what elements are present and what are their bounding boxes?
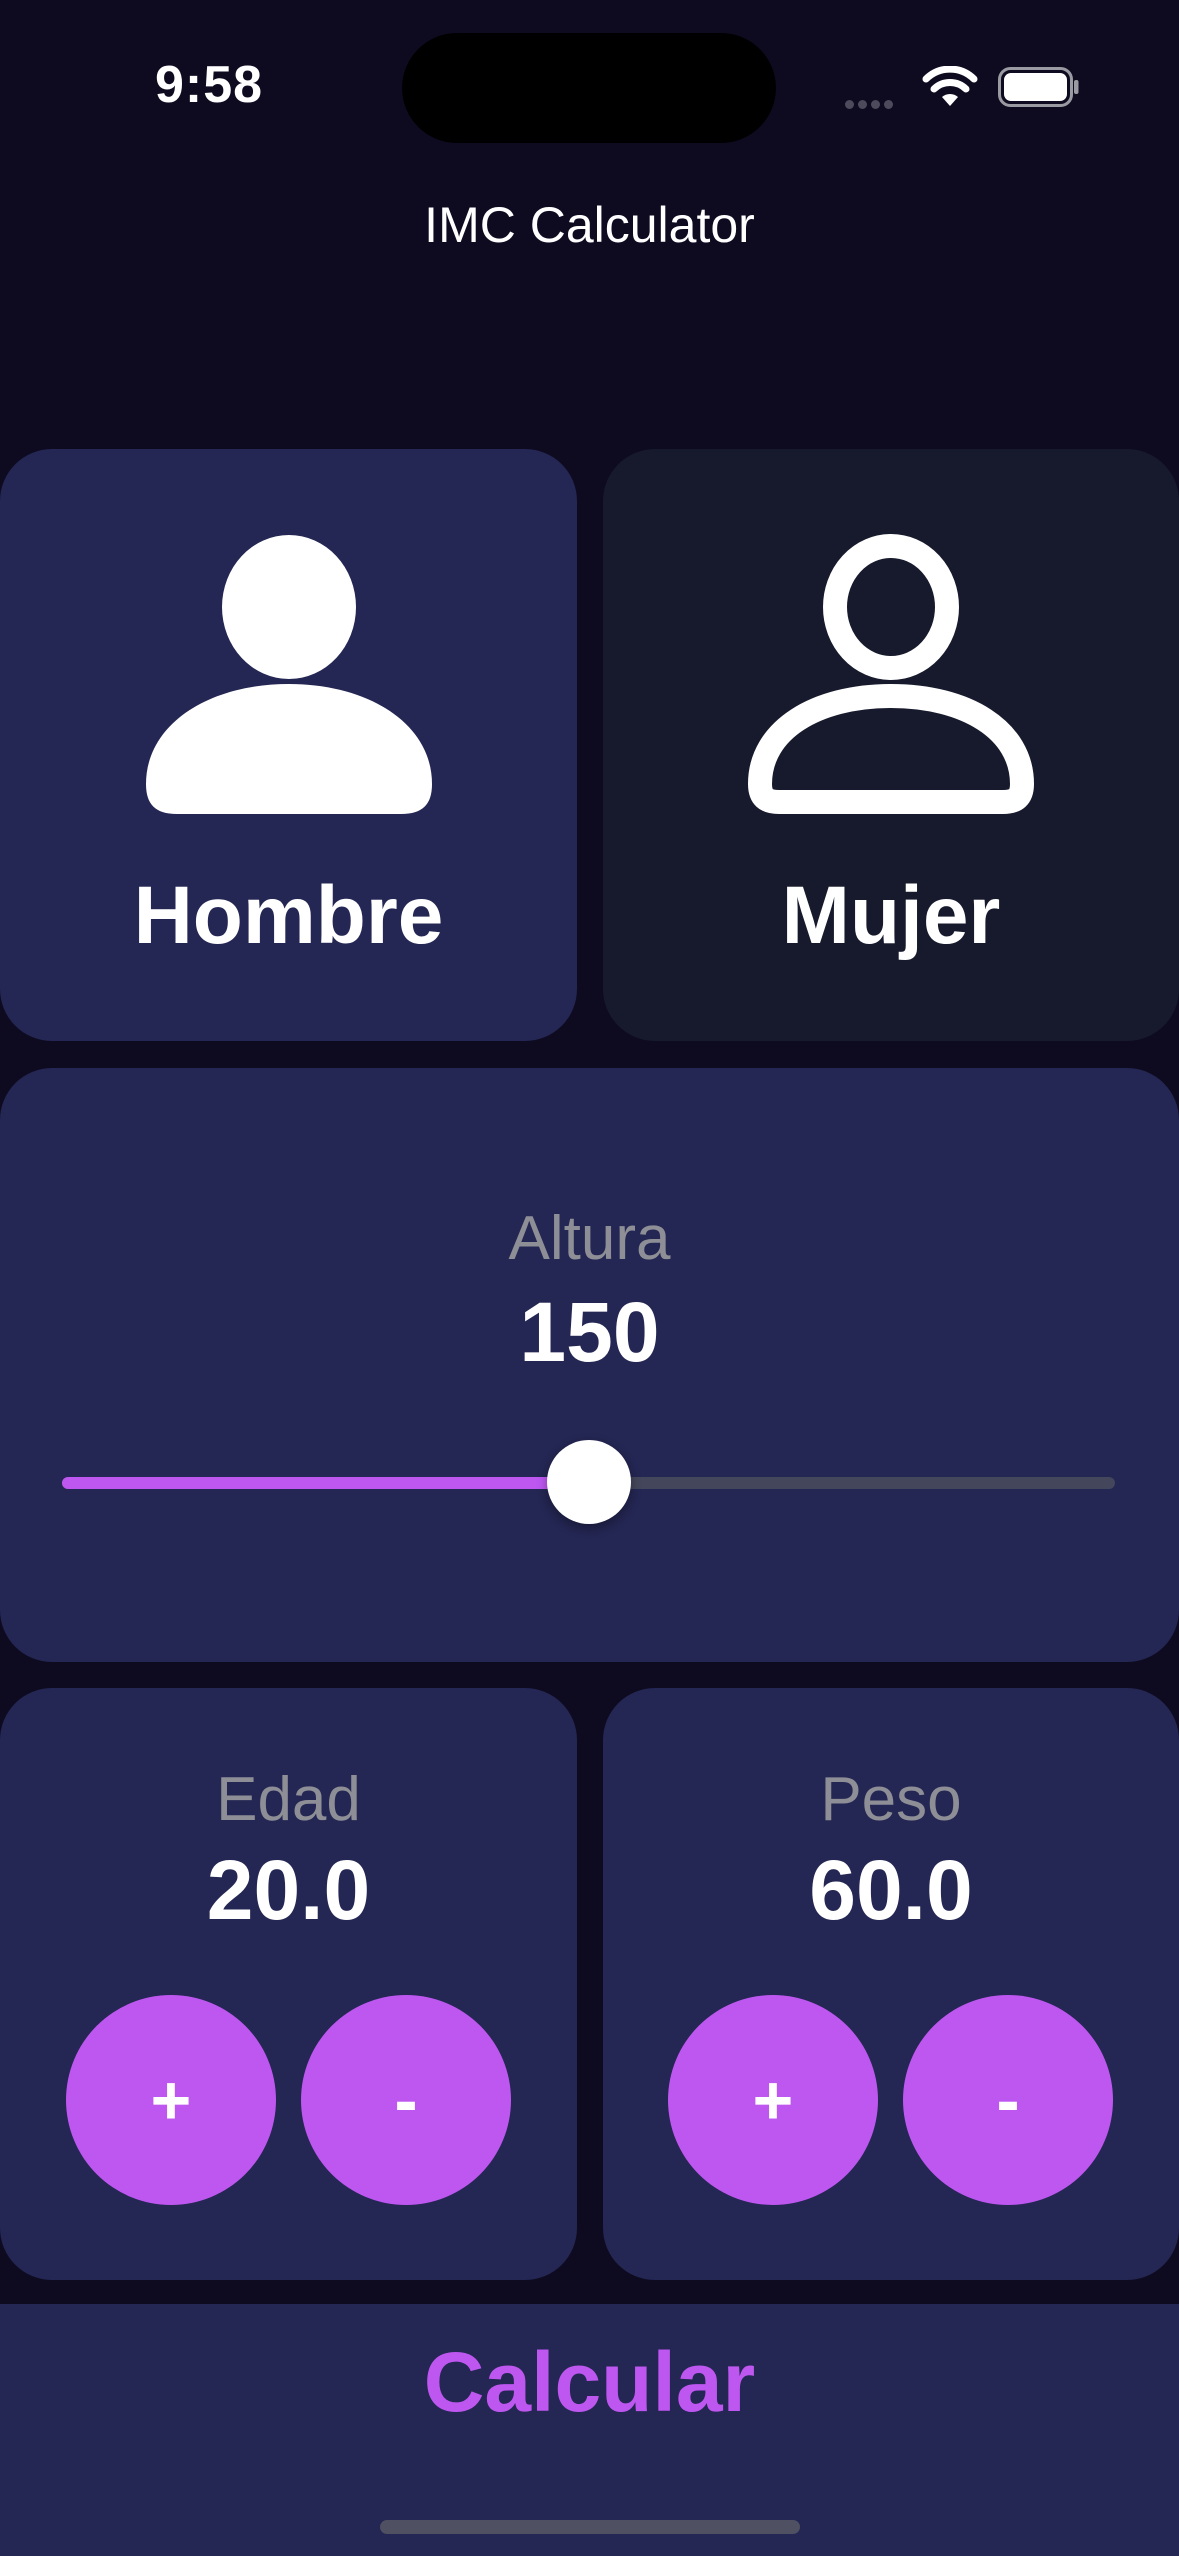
age-value: 20.0 [206, 1843, 371, 1937]
wifi-icon [922, 66, 978, 106]
weight-value: 60.0 [809, 1843, 973, 1937]
gender-label-mujer: Mujer [781, 870, 1001, 961]
height-card: Altura 150 [0, 1068, 1179, 1662]
height-label: Altura [508, 1204, 671, 1273]
height-value: 150 [519, 1285, 660, 1379]
person-filled-icon [145, 535, 432, 814]
weight-increment-button[interactable]: + [668, 1995, 878, 2205]
weight-decrement-button[interactable]: - [903, 1995, 1113, 2205]
age-card: Edad 20.0 + - [0, 1688, 577, 2280]
gender-card-hombre[interactable]: Hombre [0, 449, 577, 1041]
weight-card: Peso 60.0 + - [603, 1688, 1179, 2280]
person-outline-icon [748, 534, 1034, 814]
height-slider[interactable] [62, 1440, 1115, 1524]
calculate-button[interactable]: Calcular [0, 2334, 1179, 2431]
age-increment-button[interactable]: + [66, 1995, 276, 2205]
home-indicator[interactable] [380, 2520, 800, 2534]
gender-label-hombre: Hombre [133, 870, 444, 961]
dynamic-island [402, 33, 776, 143]
gender-card-mujer[interactable]: Mujer [603, 449, 1179, 1041]
cellular-signal-icon [845, 96, 903, 109]
height-slider-thumb[interactable] [546, 1440, 631, 1524]
age-decrement-button[interactable]: - [301, 1995, 511, 2205]
age-label: Edad [216, 1765, 361, 1834]
height-slider-fill [62, 1477, 589, 1489]
app-title: IMC Calculator [424, 197, 755, 253]
calculate-bar[interactable]: Calcular [0, 2304, 1179, 2556]
battery-icon [998, 67, 1079, 107]
status-time: 9:58 [155, 56, 264, 114]
weight-label: Peso [820, 1765, 962, 1834]
